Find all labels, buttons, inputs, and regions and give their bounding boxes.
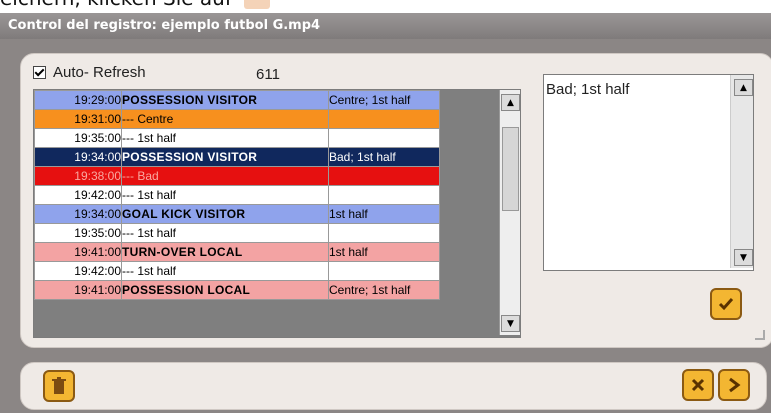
table-row[interactable]: 19:41:00 TURN-OVER LOCAL 1st half bbox=[34, 242, 440, 262]
row-note bbox=[328, 128, 440, 148]
detail-scroll-up-arrow-icon[interactable]: ▲ bbox=[734, 79, 753, 96]
row-time: 19:29:00 bbox=[34, 90, 122, 110]
auto-refresh-label: Auto- Refresh bbox=[53, 63, 146, 81]
row-event: POSSESSION VISITOR bbox=[121, 90, 329, 110]
next-button[interactable] bbox=[718, 369, 750, 401]
row-time: 19:41:00 bbox=[34, 242, 122, 262]
row-note: Centre; 1st half bbox=[328, 280, 440, 300]
table-row[interactable]: 19:34:00 POSSESSION VISITOR Bad; 1st half bbox=[34, 147, 440, 167]
table-row[interactable]: 19:29:00 POSSESSION VISITOR Centre; 1st ha… bbox=[34, 90, 440, 110]
row-note: 1st half bbox=[328, 204, 440, 224]
table-row[interactable]: 19:34:00 GOAL KICK VISITOR 1st half bbox=[34, 204, 440, 224]
row-note bbox=[328, 185, 440, 205]
detail-text: Bad; 1st half bbox=[546, 81, 630, 98]
table-row[interactable]: 19:42:00 --- 1st half bbox=[34, 261, 440, 281]
caption-button-icon bbox=[244, 0, 271, 9]
table-row[interactable]: 19:42:00 --- 1st half bbox=[34, 185, 440, 205]
delete-button[interactable] bbox=[43, 370, 75, 402]
table-row[interactable]: 19:35:00 --- 1st half bbox=[34, 128, 440, 148]
row-note: Bad; 1st half bbox=[328, 147, 440, 167]
row-time: 19:31:00 bbox=[34, 109, 122, 129]
row-time: 19:35:00 bbox=[34, 223, 122, 243]
row-time: 19:34:00 bbox=[34, 204, 122, 224]
trash-icon bbox=[52, 377, 66, 394]
title-bar: Control del registro: ejemplo futbol G.m… bbox=[0, 13, 771, 39]
table-row[interactable]: 19:38:00 --- Bad bbox=[34, 166, 440, 186]
row-event: --- 1st half bbox=[121, 261, 329, 281]
row-note: 1st half bbox=[328, 242, 440, 262]
resize-grip-icon[interactable] bbox=[755, 330, 765, 340]
row-note bbox=[328, 223, 440, 243]
bottom-panel bbox=[20, 362, 767, 410]
row-event: --- Bad bbox=[121, 166, 329, 186]
confirm-button[interactable] bbox=[710, 288, 742, 320]
table-row[interactable]: 19:35:00 --- 1st half bbox=[34, 223, 440, 243]
row-note bbox=[328, 166, 440, 186]
row-event: --- 1st half bbox=[121, 128, 329, 148]
row-event: TURN-OVER LOCAL bbox=[121, 242, 329, 262]
record-count: 611 bbox=[256, 66, 280, 83]
detail-textbox[interactable]: Bad; 1st half ▲ ▼ bbox=[543, 74, 754, 271]
row-event: GOAL KICK VISITOR bbox=[121, 204, 329, 224]
detail-scrollbar[interactable]: ▲ ▼ bbox=[730, 75, 753, 268]
top-caption-text: eichern, klicken Sie auf bbox=[0, 0, 232, 10]
row-time: 19:38:00 bbox=[34, 166, 122, 186]
scroll-up-arrow-icon[interactable]: ▲ bbox=[501, 94, 520, 111]
window-title: Control del registro: ejemplo futbol G.m… bbox=[8, 18, 321, 33]
row-event: --- 1st half bbox=[121, 223, 329, 243]
grid-scrollbar[interactable]: ▲ ▼ bbox=[499, 90, 520, 335]
row-time: 19:41:00 bbox=[34, 280, 122, 300]
row-note bbox=[328, 109, 440, 129]
row-time: 19:42:00 bbox=[34, 185, 122, 205]
row-note bbox=[328, 261, 440, 281]
row-event: POSSESSION LOCAL bbox=[121, 280, 329, 300]
row-event: --- Centre bbox=[121, 109, 329, 129]
table-row[interactable]: 19:31:00 --- Centre bbox=[34, 109, 440, 129]
record-table: 19:29:00 POSSESSION VISITOR Centre; 1st ha… bbox=[34, 90, 440, 300]
row-time: 19:34:00 bbox=[34, 147, 122, 167]
row-event: POSSESSION VISITOR bbox=[121, 147, 329, 167]
row-time: 19:35:00 bbox=[34, 128, 122, 148]
cancel-button[interactable] bbox=[682, 369, 714, 401]
row-note: Centre; 1st half bbox=[328, 90, 440, 110]
row-event: --- 1st half bbox=[121, 185, 329, 205]
checkbox-checked-icon[interactable] bbox=[33, 65, 46, 79]
scroll-down-arrow-icon[interactable]: ▼ bbox=[501, 315, 520, 332]
row-time: 19:42:00 bbox=[34, 261, 122, 281]
scroll-thumb[interactable] bbox=[502, 127, 519, 211]
checkmark-icon bbox=[718, 298, 734, 311]
table-row[interactable]: 19:41:00 POSSESSION LOCAL Centre; 1st half bbox=[34, 280, 440, 300]
record-grid[interactable]: 19:29:00 POSSESSION VISITOR Centre; 1st ha… bbox=[33, 89, 521, 338]
detail-scroll-down-arrow-icon[interactable]: ▼ bbox=[734, 249, 753, 266]
auto-refresh-checkbox[interactable]: Auto- Refresh bbox=[33, 63, 146, 81]
close-icon bbox=[691, 378, 705, 392]
next-arrow-icon bbox=[729, 377, 741, 393]
